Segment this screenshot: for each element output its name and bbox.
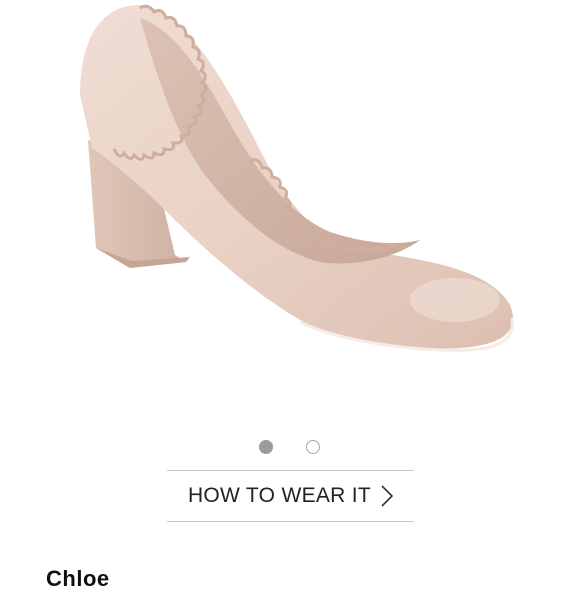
- divider-bottom: [167, 521, 414, 522]
- carousel-pagination: [0, 440, 580, 456]
- shoe-illustration: [80, 4, 514, 352]
- brand-name[interactable]: Chloe: [46, 566, 110, 592]
- product-image[interactable]: [0, 0, 580, 420]
- chevron-right-icon: [381, 485, 394, 507]
- how-to-wear-it-link[interactable]: HOW TO WEAR IT: [167, 471, 414, 521]
- how-to-wear-label: HOW TO WEAR IT: [187, 484, 372, 507]
- carousel-dot-1[interactable]: [259, 440, 273, 454]
- carousel-dot-2[interactable]: [306, 440, 320, 454]
